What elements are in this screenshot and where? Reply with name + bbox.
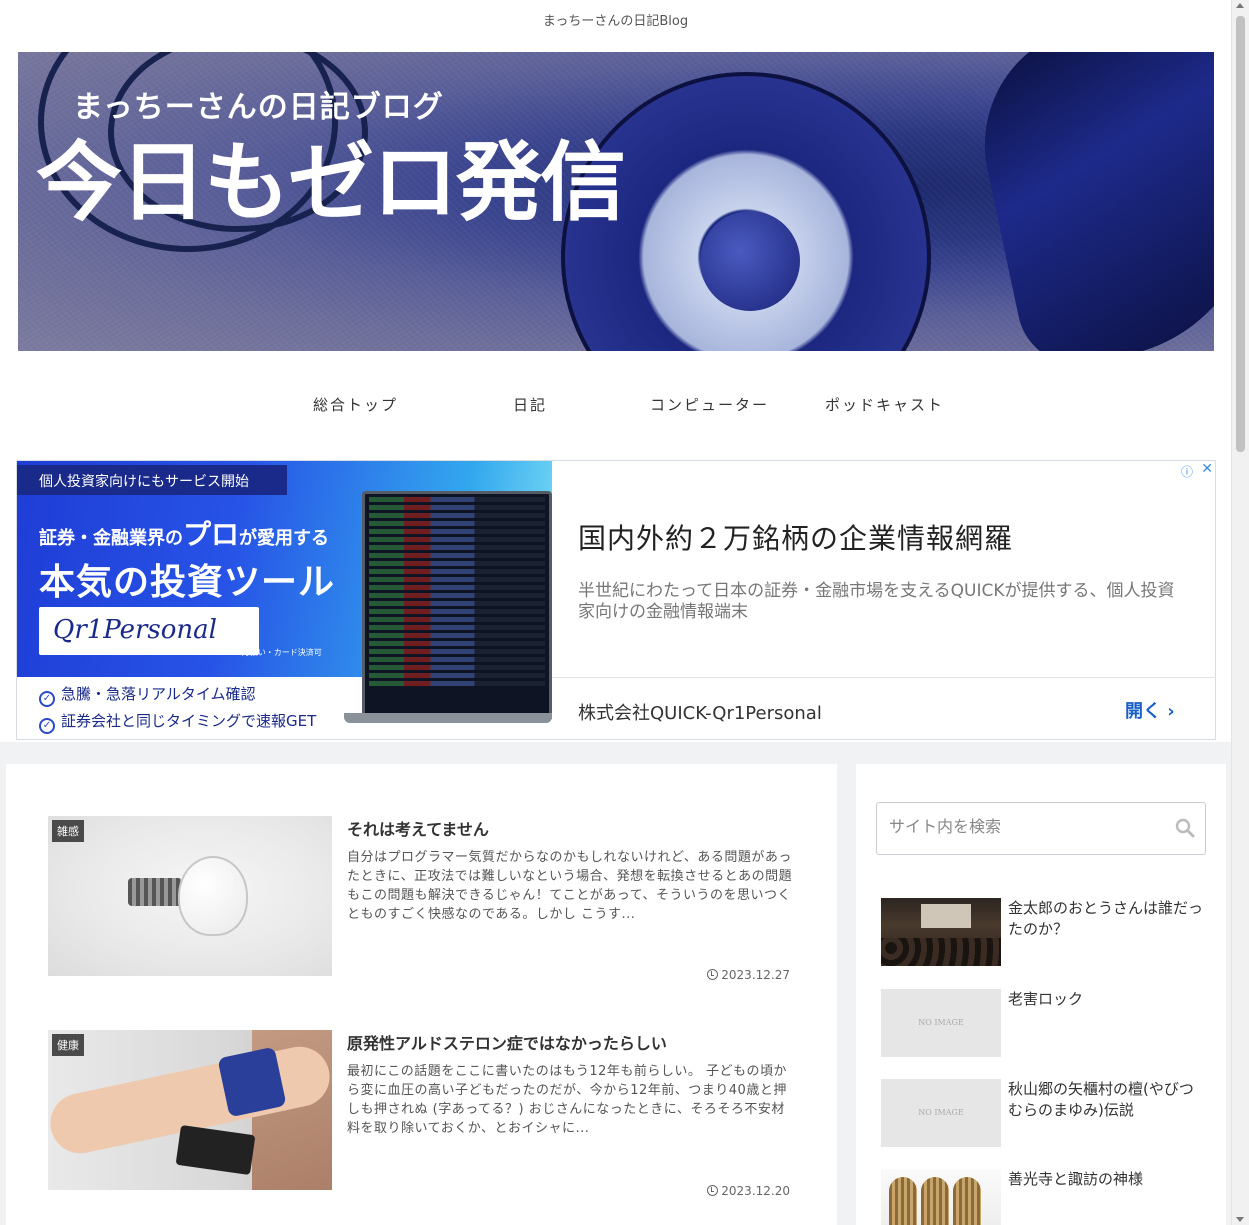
sidebar: 金太郎のおとうさんは誰だったのか？ NO IMAGE 老害ロック NO IMAG… <box>856 764 1226 1225</box>
ad-banner[interactable]: 個人投資家向けにもサービス開始 証券・金融業界のプロが愛用する 本気の投資ツール… <box>16 460 1216 740</box>
ad-tagline-big: プロ <box>183 518 240 551</box>
ad-description: 半世紀にわたって日本の証券・金融市場を支えるQUICKが提供する、個人投資家向け… <box>578 581 1175 622</box>
sidebar-thumbnail[interactable]: NO IMAGE <box>881 1079 1001 1147</box>
ad-tagline: 証券・金融業界のプロが愛用する <box>39 513 329 553</box>
ad-tagline-pre: 証券・金融業界の <box>39 528 183 549</box>
ad-open-button[interactable]: 開く › <box>1125 697 1175 723</box>
ad-check-label: 急騰・急落リアルタイム確認 <box>61 685 256 703</box>
check-circle-icon: ✓ <box>39 718 55 734</box>
scroll-down-arrow-icon[interactable] <box>1236 1217 1244 1222</box>
nav-item-computer[interactable]: コンピューター <box>650 394 769 415</box>
thumb-screen <box>921 904 971 928</box>
post-date-text: 2023.12.20 <box>721 1184 790 1198</box>
ad-note: ※月払い・カード決済可 <box>235 648 322 657</box>
sidebar-thumbnail[interactable] <box>881 898 1001 966</box>
ad-check-item: ✓ 急騰・急落リアルタイム確認 <box>39 683 256 707</box>
sidebar-post-title[interactable]: 秋山郷の矢櫃村の檀(やびつむらのまゆみ)伝説 <box>1008 1079 1208 1121</box>
category-label: 雑感 <box>52 820 84 842</box>
scroll-up-arrow-icon[interactable] <box>1236 3 1244 8</box>
check-circle-icon: ✓ <box>39 691 55 707</box>
nav-item-diary[interactable]: 日記 <box>513 394 547 415</box>
post-title[interactable]: 原発性アルドステロン症ではなかったらしい <box>347 1030 667 1054</box>
ad-advertiser[interactable]: 株式会社QUICK-Qr1Personal <box>578 699 822 725</box>
bp-device <box>175 1124 256 1176</box>
close-icon[interactable]: ✕ <box>1201 461 1213 477</box>
ad-laptop-screen <box>362 491 552 719</box>
header-banner[interactable]: まっちーさんの日記ブログ 今日もゼロ発信 <box>18 52 1214 351</box>
ad-main-copy: 本気の投資ツール <box>39 562 336 603</box>
sidebar-post-item[interactable]: NO IMAGE 老害ロック <box>881 989 1211 1057</box>
ad-check-label: 証券会社と同じタイミングで速報GET <box>61 712 317 730</box>
post-title[interactable]: それは考えてません <box>347 816 489 840</box>
info-icon[interactable]: ⓘ <box>1181 463 1193 480</box>
sidebar-post-item[interactable]: 善光寺と諏訪の神様 <box>881 1169 1211 1225</box>
post-thumbnail[interactable]: 雑感 <box>48 816 332 976</box>
post-date-text: 2023.12.27 <box>721 968 790 982</box>
scrollbar-thumb[interactable] <box>1236 16 1245 452</box>
banner-title: 今日もゼロ発信 <box>36 133 626 233</box>
straw-bundle <box>921 1177 949 1225</box>
post-excerpt: 最初にこの話題をここに書いたのはもう12年も前らしい。 子どもの頃から変に血圧の… <box>347 1064 788 1136</box>
clock-icon <box>707 1185 719 1196</box>
sidebar-post-title[interactable]: 老害ロック <box>1008 989 1208 1010</box>
chevron-right-icon: › <box>1167 701 1175 722</box>
banner-subtitle: まっちーさんの日記ブログ <box>73 90 444 125</box>
sidebar-thumbnail[interactable]: NO IMAGE <box>881 989 1001 1057</box>
ad-check-item: ✓ 証券会社と同じタイミングで速報GET <box>39 710 316 734</box>
global-nav: 総合トップ 日記 コンピューター ポッドキャスト <box>0 394 1231 416</box>
clock-icon <box>707 969 719 980</box>
straw-bundle <box>889 1177 917 1225</box>
ad-divider <box>552 677 1216 678</box>
thumb-crowd <box>881 938 1001 966</box>
bp-cuff <box>217 1046 287 1118</box>
post-date: 2023.12.27 <box>707 968 790 982</box>
dial-hub <box>700 211 800 311</box>
bulb-base <box>128 878 182 906</box>
ad-open-label: 開く <box>1125 701 1161 722</box>
sidebar-post-title[interactable]: 善光寺と諏訪の神様 <box>1008 1169 1208 1190</box>
site-tagline[interactable]: まっちーさんの日記Blog <box>0 10 1231 29</box>
sidebar-post-item[interactable]: 金太郎のおとうさんは誰だったのか？ <box>881 898 1211 966</box>
ad-headline[interactable]: 国内外約２万銘柄の企業情報網羅 <box>578 517 1013 557</box>
search-box[interactable] <box>876 802 1206 855</box>
scrollbar[interactable] <box>1231 0 1249 1225</box>
ad-tagline-post: が愛用する <box>239 528 330 549</box>
search-icon[interactable] <box>1175 818 1195 838</box>
straw-bundle <box>953 1177 981 1225</box>
sidebar-thumbnail[interactable] <box>881 1169 1001 1225</box>
sidebar-post-item[interactable]: NO IMAGE 秋山郷の矢櫃村の檀(やびつむらのまゆみ)伝説 <box>881 1079 1211 1147</box>
nav-item-podcast[interactable]: ポッドキャスト <box>825 394 944 415</box>
ad-laptop-base <box>344 713 552 723</box>
ad-logo-box: Qr1Personal <box>39 607 259 655</box>
ad-badge: 個人投資家向けにもサービス開始 <box>17 465 287 495</box>
nav-item-top[interactable]: 総合トップ <box>313 394 398 415</box>
ad-image[interactable]: 個人投資家向けにもサービス開始 証券・金融業界のプロが愛用する 本気の投資ツール… <box>17 461 552 739</box>
sidebar-post-title[interactable]: 金太郎のおとうさんは誰だったのか？ <box>1008 898 1208 940</box>
post-thumbnail[interactable]: 健康 <box>48 1030 332 1190</box>
bulb-glass <box>178 856 248 936</box>
main-content: 雑感 それは考えてません 自分はプログラマー気質だからなのかもしれないけれど、あ… <box>6 764 837 1225</box>
ad-logo: Qr1Personal <box>53 615 217 645</box>
category-label: 健康 <box>52 1034 84 1056</box>
post-excerpt: 自分はプログラマー気質だからなのかもしれないけれど、ある問題があったときに、正攻… <box>347 850 793 922</box>
post-date: 2023.12.20 <box>707 1184 790 1198</box>
search-input[interactable] <box>889 817 1159 836</box>
